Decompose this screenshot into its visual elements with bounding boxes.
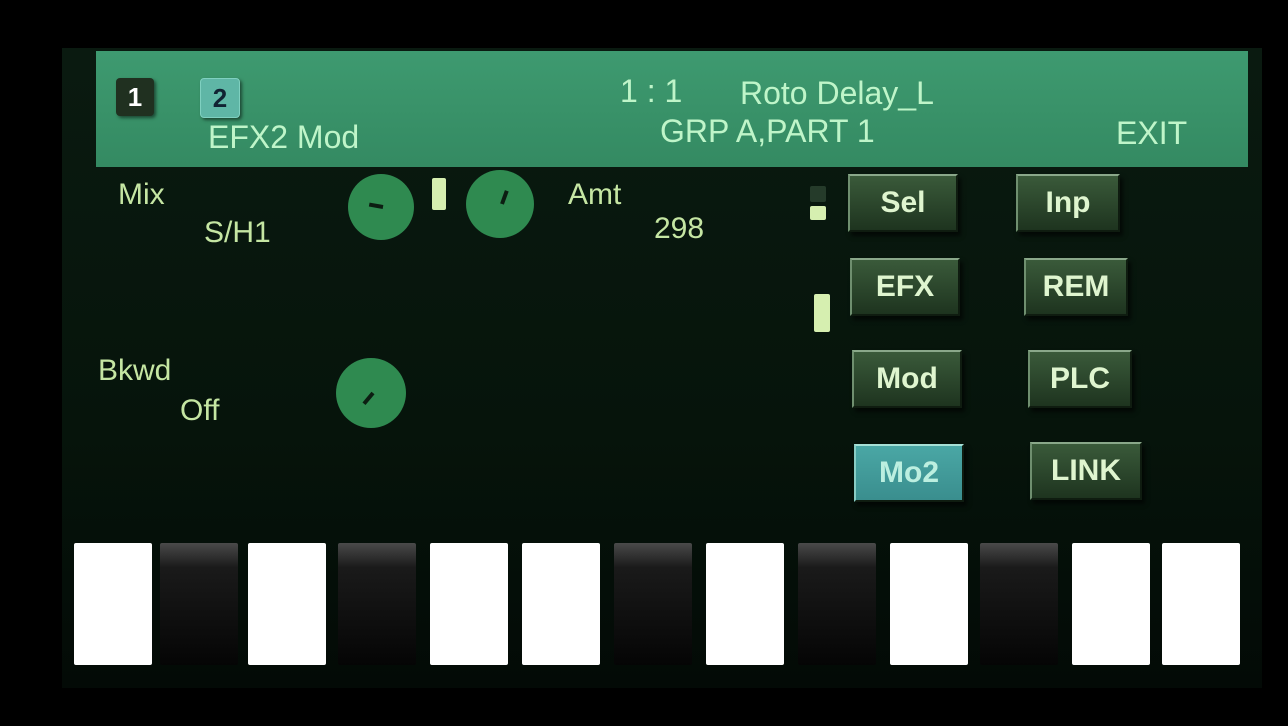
piano-key-10[interactable] (890, 543, 968, 665)
piano-key-11[interactable] (980, 543, 1058, 665)
piano-key-3[interactable] (248, 543, 326, 665)
exit-button[interactable]: EXIT (1116, 115, 1187, 152)
amt-knob[interactable] (466, 170, 534, 238)
mix-value: S/H1 (204, 216, 271, 249)
piano-key-9[interactable] (798, 543, 876, 665)
piano-key-7[interactable] (614, 543, 692, 665)
amt-label: Amt (568, 178, 622, 211)
tab-2-button[interactable]: 2 (200, 78, 240, 118)
level-meter-top-dim (810, 186, 826, 202)
piano-key-2[interactable] (160, 543, 238, 665)
mix-knob[interactable] (348, 174, 414, 240)
device-screen: 1 2 EFX2 Mod 1 : 1 Roto Delay_L GRP A,PA… (62, 48, 1262, 688)
level-meter-top (810, 206, 826, 220)
sel-button[interactable]: Sel (848, 174, 958, 232)
rem-button[interactable]: REM (1024, 258, 1128, 316)
piano-key-6[interactable] (522, 543, 600, 665)
piano-key-8[interactable] (706, 543, 784, 665)
mix-label: Mix (118, 178, 165, 211)
piano-key-12[interactable] (1072, 543, 1150, 665)
plc-button[interactable]: PLC (1028, 350, 1132, 408)
mod-button[interactable]: Mod (852, 350, 962, 408)
link-button[interactable]: LINK (1030, 442, 1142, 500)
efx-button[interactable]: EFX (850, 258, 960, 316)
bkwd-label: Bkwd (98, 354, 172, 387)
amt-value: 298 (654, 212, 705, 245)
page-title: EFX2 Mod (208, 119, 360, 155)
level-meter-bottom (814, 294, 830, 332)
preset-name: Roto Delay_L (740, 75, 934, 111)
mo2-button[interactable]: Mo2 (854, 444, 964, 502)
mod-indicator-bar (432, 178, 446, 210)
tab-1-button[interactable]: 1 (116, 78, 154, 116)
inp-button[interactable]: Inp (1016, 174, 1120, 232)
piano-key-13[interactable] (1162, 543, 1240, 665)
piano-key-1[interactable] (74, 543, 152, 665)
position-indicator: 1 : 1 (620, 73, 683, 109)
piano-key-4[interactable] (338, 543, 416, 665)
piano-key-5[interactable] (430, 543, 508, 665)
bkwd-value: Off (180, 394, 220, 427)
group-part-label: GRP A,PART 1 (660, 113, 875, 149)
bkwd-knob[interactable] (336, 358, 406, 428)
header-bar: 1 2 EFX2 Mod 1 : 1 Roto Delay_L GRP A,PA… (96, 51, 1248, 167)
